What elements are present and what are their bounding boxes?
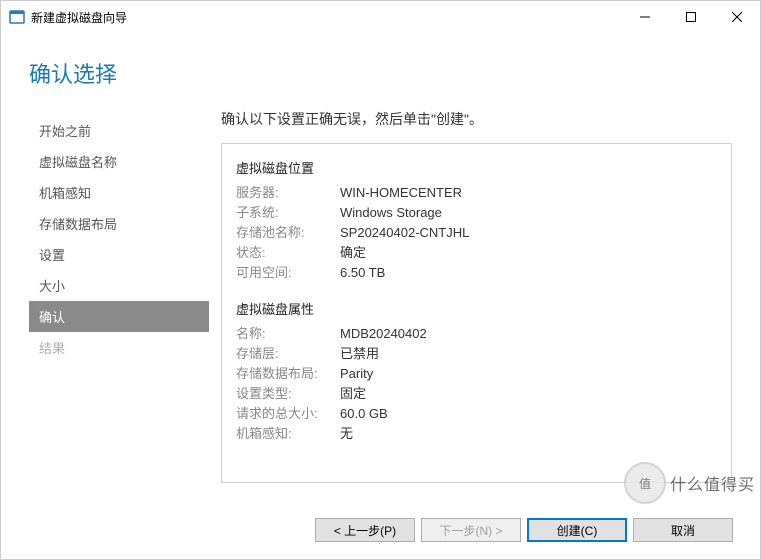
prop-status: 状态:确定 — [236, 243, 717, 263]
prop-label: 状态: — [236, 243, 340, 263]
close-button[interactable] — [714, 1, 760, 33]
sidebar-item-confirm[interactable]: 确认 — [29, 301, 209, 332]
titlebar: 新建虚拟磁盘向导 — [1, 1, 760, 33]
prop-label: 存储层: — [236, 344, 340, 364]
prop-size: 请求的总大小:60.0 GB — [236, 404, 717, 424]
next-button: 下一步(N) > — [421, 518, 521, 542]
prop-value: WIN-HOMECENTER — [340, 183, 462, 203]
prop-value: Parity — [340, 364, 373, 384]
prop-label: 名称: — [236, 324, 340, 344]
confirmation-panel: 虚拟磁盘位置 服务器:WIN-HOMECENTER 子系统:Windows St… — [221, 143, 732, 483]
minimize-button[interactable] — [622, 1, 668, 33]
prop-free: 可用空间:6.50 TB — [236, 263, 717, 283]
prop-pool: 存储池名称:SP20240402-CNTJHL — [236, 223, 717, 243]
prop-label: 服务器: — [236, 183, 340, 203]
prop-value: Windows Storage — [340, 203, 442, 223]
main-content: 确认以下设置正确无误，然后单击"创建"。 虚拟磁盘位置 服务器:WIN-HOME… — [209, 109, 732, 497]
wizard-footer: < 上一步(P) 下一步(N) > 创建(C) 取消 — [315, 518, 733, 542]
create-button[interactable]: 创建(C) — [527, 518, 627, 542]
wizard-steps-sidebar: 开始之前 虚拟磁盘名称 机箱感知 存储数据布局 设置 大小 确认 结果 — [29, 109, 209, 497]
prop-value: 固定 — [340, 384, 366, 404]
prop-value: 确定 — [340, 243, 366, 263]
app-icon — [9, 9, 25, 25]
prop-value: 无 — [340, 424, 353, 444]
section-location-title: 虚拟磁盘位置 — [236, 158, 717, 177]
wizard-header: 确认选择 — [1, 33, 760, 97]
sidebar-item-name[interactable]: 虚拟磁盘名称 — [29, 146, 209, 177]
window-title: 新建虚拟磁盘向导 — [31, 9, 622, 26]
sidebar-item-results: 结果 — [29, 332, 209, 363]
prop-subsystem: 子系统:Windows Storage — [236, 203, 717, 223]
prop-label: 机箱感知: — [236, 424, 340, 444]
prop-layout: 存储数据布局:Parity — [236, 364, 717, 384]
sidebar-item-before[interactable]: 开始之前 — [29, 115, 209, 146]
prop-tier: 存储层:已禁用 — [236, 344, 717, 364]
prop-label: 存储数据布局: — [236, 364, 340, 384]
prop-label: 存储池名称: — [236, 223, 340, 243]
prop-name: 名称:MDB20240402 — [236, 324, 717, 344]
prop-value: 60.0 GB — [340, 404, 388, 424]
maximize-button[interactable] — [668, 1, 714, 33]
section-properties-title: 虚拟磁盘属性 — [236, 299, 717, 318]
prop-value: 6.50 TB — [340, 263, 385, 283]
prop-provisioning: 设置类型:固定 — [236, 384, 717, 404]
window-controls — [622, 1, 760, 33]
cancel-button[interactable]: 取消 — [633, 518, 733, 542]
prop-label: 子系统: — [236, 203, 340, 223]
prop-server: 服务器:WIN-HOMECENTER — [236, 183, 717, 203]
previous-button[interactable]: < 上一步(P) — [315, 518, 415, 542]
prop-label: 可用空间: — [236, 263, 340, 283]
sidebar-item-layout[interactable]: 存储数据布局 — [29, 208, 209, 239]
prop-enclosure: 机箱感知:无 — [236, 424, 717, 444]
prop-label: 设置类型: — [236, 384, 340, 404]
sidebar-item-provisioning[interactable]: 设置 — [29, 239, 209, 270]
prop-label: 请求的总大小: — [236, 404, 340, 424]
page-title: 确认选择 — [29, 57, 732, 89]
prop-value: SP20240402-CNTJHL — [340, 223, 469, 243]
sidebar-item-enclosure[interactable]: 机箱感知 — [29, 177, 209, 208]
prop-value: MDB20240402 — [340, 324, 427, 344]
prop-value: 已禁用 — [340, 344, 379, 364]
sidebar-item-size[interactable]: 大小 — [29, 270, 209, 301]
intro-text: 确认以下设置正确无误，然后单击"创建"。 — [221, 109, 732, 129]
